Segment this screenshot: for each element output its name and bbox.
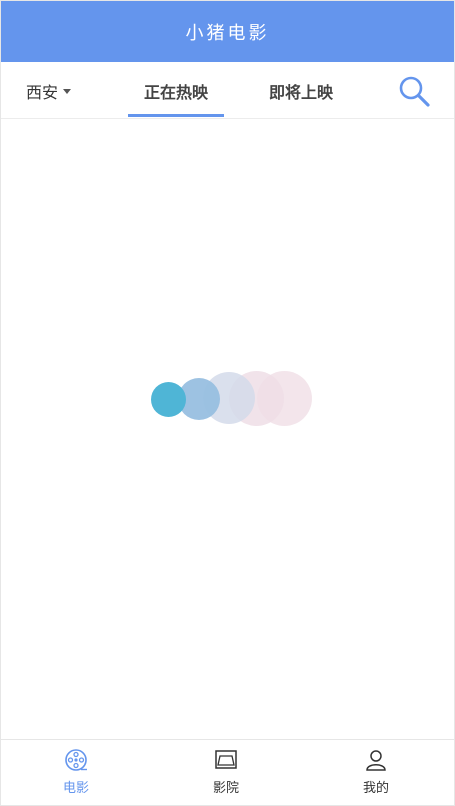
loading-dot bbox=[151, 382, 186, 417]
caret-down-icon bbox=[63, 89, 72, 94]
app-header: 小猪电影 bbox=[1, 1, 454, 62]
loading-indicator bbox=[151, 371, 316, 431]
city-selector[interactable]: 西安 bbox=[26, 62, 72, 119]
search-icon[interactable] bbox=[397, 74, 431, 108]
tab-cinemas[interactable]: 影院 bbox=[186, 748, 266, 800]
tab-now-showing[interactable]: 正在热映 bbox=[128, 62, 224, 119]
sub-nav: 西安 正在热映 即将上映 bbox=[1, 62, 454, 119]
city-name: 西安 bbox=[26, 82, 59, 102]
tab-now-showing-label: 正在热映 bbox=[143, 82, 208, 102]
cinema-screen-icon bbox=[215, 750, 237, 769]
tab-movies-label: 电影 bbox=[62, 781, 89, 796]
app-window: 小猪电影 西安 正在热映 即将上映 电影 影院 我的 bbox=[0, 0, 455, 806]
tab-coming-soon[interactable]: 即将上映 bbox=[253, 62, 349, 119]
tab-mine-label: 我的 bbox=[362, 781, 389, 796]
app-title: 小猪电影 bbox=[185, 22, 270, 44]
user-icon bbox=[366, 750, 386, 771]
bottom-tab-bar: 电影 影院 我的 bbox=[1, 739, 454, 805]
film-reel-icon bbox=[65, 749, 87, 771]
tab-coming-soon-label: 即将上映 bbox=[268, 82, 333, 102]
tab-cinemas-label: 影院 bbox=[212, 781, 239, 796]
active-tab-indicator bbox=[128, 114, 224, 117]
tab-mine[interactable]: 我的 bbox=[336, 748, 416, 800]
tab-movies[interactable]: 电影 bbox=[36, 748, 116, 800]
